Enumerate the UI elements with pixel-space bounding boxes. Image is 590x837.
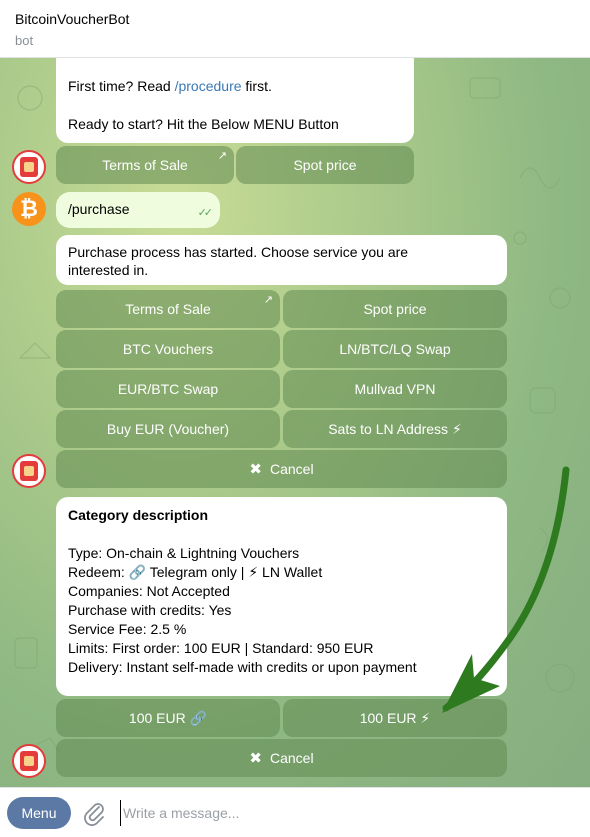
chat-title: BitcoinVoucherBot bbox=[15, 11, 130, 27]
chat-subtitle: bot bbox=[15, 33, 34, 48]
message-composer: Menu bbox=[0, 787, 590, 837]
menu-button[interactable]: Menu bbox=[7, 797, 71, 829]
message-list[interactable]: First time? Read /procedure first. Ready… bbox=[0, 58, 590, 787]
message-input[interactable] bbox=[120, 800, 560, 826]
chat-header[interactable]: BitcoinVoucherBot bot bbox=[0, 0, 590, 58]
attach-icon[interactable] bbox=[82, 800, 106, 826]
annotation-arrow bbox=[442, 466, 570, 713]
